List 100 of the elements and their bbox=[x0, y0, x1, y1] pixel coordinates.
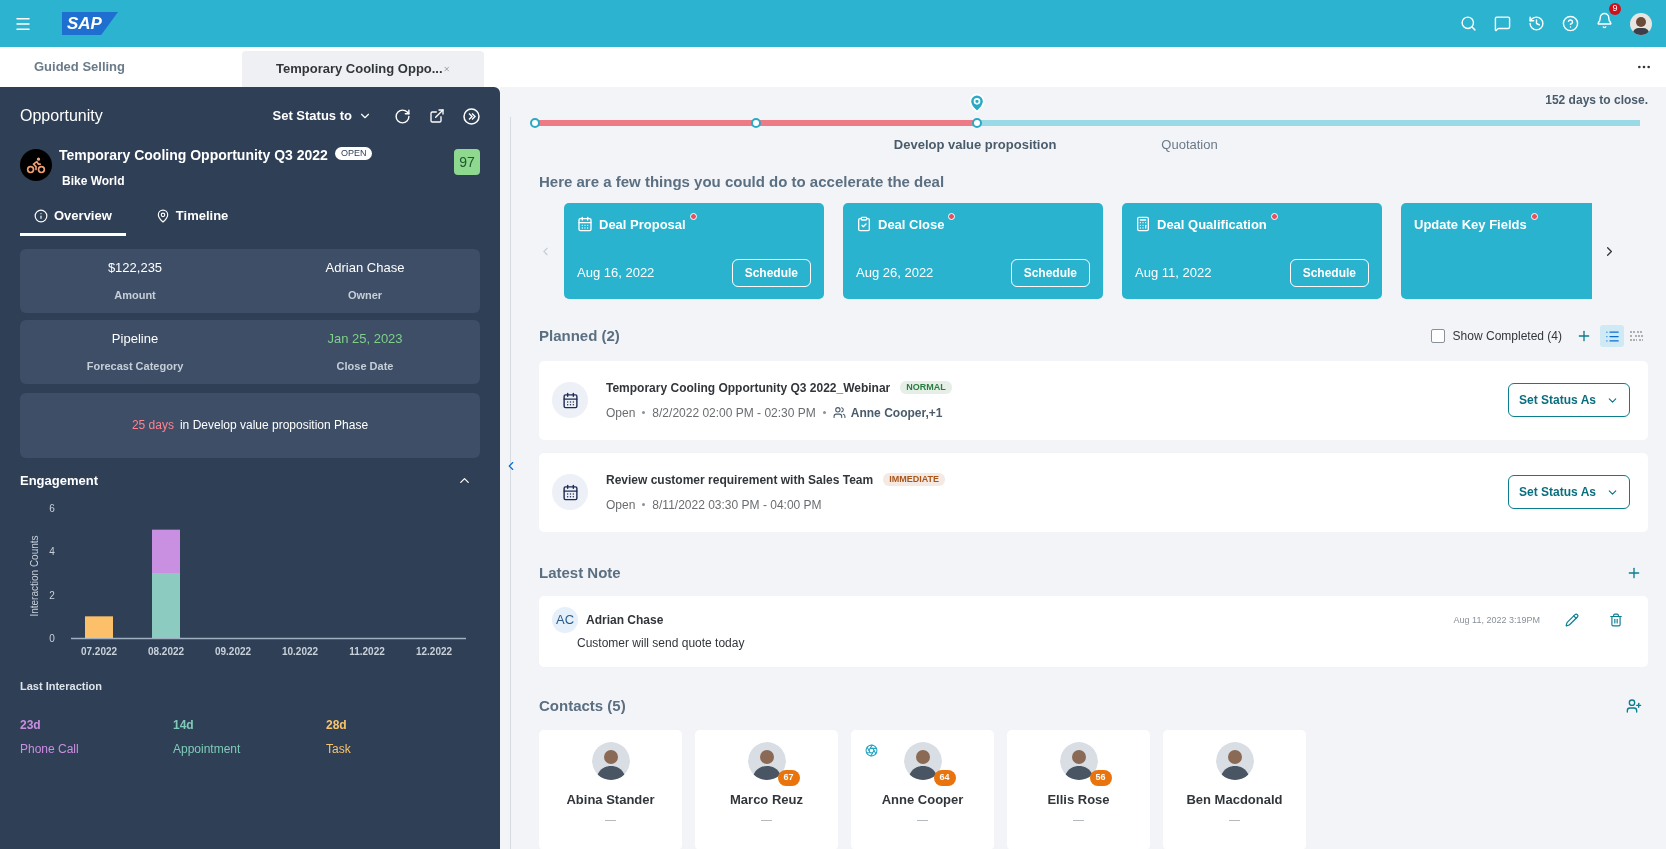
bar bbox=[85, 616, 113, 638]
score-badge: 67 bbox=[777, 769, 800, 786]
stage-label: Quotation bbox=[1161, 136, 1218, 154]
contact-title: — bbox=[917, 813, 928, 825]
info-icon bbox=[34, 208, 48, 223]
contact-card[interactable]: 67 Marco Reuz — bbox=[695, 729, 838, 849]
interaction-label: Task bbox=[326, 740, 352, 758]
section-title: Engagement bbox=[20, 471, 98, 490]
card-icon bbox=[577, 216, 593, 232]
contact-title: — bbox=[761, 813, 772, 825]
avatar bbox=[903, 741, 942, 780]
avatar bbox=[591, 741, 630, 780]
activity-time: 8/11/2022 03:30 PM - 04:00 PM bbox=[652, 496, 822, 514]
notification-icon[interactable] bbox=[1596, 11, 1613, 29]
phase-days: 25 days bbox=[131, 416, 174, 434]
card-title: Update Key Fields bbox=[1414, 216, 1527, 234]
contact-name[interactable]: Ben Macdonald bbox=[1186, 789, 1283, 809]
stage-marker bbox=[530, 118, 540, 128]
notification-badge: 9 bbox=[1609, 2, 1621, 15]
contact-name[interactable]: Abina Stander bbox=[566, 789, 655, 809]
contact-name[interactable]: Ellis Rose bbox=[1047, 789, 1110, 809]
days-to-close: 152 days to close. bbox=[1545, 92, 1648, 109]
tab[interactable]: Overview bbox=[20, 202, 126, 236]
set-status-button[interactable]: Set Status to bbox=[272, 106, 372, 126]
card-title: Deal Close bbox=[878, 216, 945, 234]
card-title: Deal Proposal bbox=[599, 216, 686, 234]
field-label: Close Date bbox=[336, 358, 394, 374]
tick-label: 11.2022 bbox=[349, 646, 385, 657]
stage-marker bbox=[972, 118, 982, 128]
axis-title: Interaction Counts bbox=[29, 535, 40, 617]
attendees[interactable]: Anne Cooper,+1 bbox=[850, 403, 943, 422]
section-title: Last Interaction bbox=[20, 679, 103, 694]
checkbox[interactable] bbox=[1430, 329, 1445, 344]
edit-icon[interactable] bbox=[1565, 613, 1579, 627]
tick-label: 0 bbox=[49, 633, 55, 644]
card-date: Aug 26, 2022 bbox=[856, 264, 934, 283]
contact-title: — bbox=[1229, 813, 1240, 825]
interaction-value: 14d bbox=[173, 716, 195, 734]
avatar[interactable] bbox=[1630, 12, 1652, 35]
contact-card[interactable]: Abina Stander — bbox=[539, 729, 682, 849]
tick-label: 08.2022 bbox=[147, 646, 185, 657]
calendar-icon bbox=[552, 474, 588, 510]
help-icon[interactable] bbox=[1562, 15, 1579, 32]
field-value: Adrian Chase bbox=[325, 259, 405, 277]
interaction-label: Phone Call bbox=[20, 740, 80, 758]
note-author: Adrian Chase bbox=[586, 612, 664, 629]
activity-time: 8/2/2022 02:00 PM - 02:30 PM bbox=[652, 404, 816, 422]
contact-title: — bbox=[605, 813, 616, 825]
card-date: Aug 11, 2022 bbox=[1135, 264, 1212, 283]
tick-label: 4 bbox=[49, 546, 55, 558]
external-link-icon[interactable] bbox=[429, 108, 445, 124]
checkbox-label: Show Completed (4) bbox=[1452, 328, 1562, 346]
tick-label: 12.2022 bbox=[415, 646, 453, 657]
section-title: Planned (2) bbox=[539, 326, 620, 346]
score-badge: 56 bbox=[1089, 769, 1112, 786]
interaction-label: Appointment bbox=[173, 740, 242, 758]
tick-label: 6 bbox=[49, 503, 55, 514]
tick-label: 07.2022 bbox=[80, 646, 118, 657]
interaction-value: 23d bbox=[20, 716, 42, 734]
tab[interactable]: Timeline bbox=[141, 202, 243, 236]
tab[interactable]: Temporary Cooling Oppo... bbox=[242, 51, 484, 87]
priority-tag: IMMEDIATE bbox=[883, 473, 946, 486]
list-view-icon[interactable] bbox=[1600, 325, 1624, 348]
tab[interactable]: Guided Selling bbox=[0, 47, 242, 87]
set-status-button[interactable]: Set Status As bbox=[1508, 383, 1630, 417]
refresh-icon[interactable] bbox=[394, 107, 411, 125]
card-title: Deal Qualification bbox=[1157, 216, 1267, 234]
history-icon[interactable] bbox=[1528, 15, 1545, 32]
logo[interactable]: SAP bbox=[62, 12, 118, 35]
avatar bbox=[747, 741, 786, 780]
contact-card[interactable]: 64 Anne Cooper — bbox=[851, 729, 994, 849]
tick-label: 2 bbox=[49, 589, 55, 601]
forward-icon[interactable] bbox=[463, 107, 480, 125]
contact-name[interactable]: Marco Reuz bbox=[730, 789, 803, 809]
phase-text: in Develop value proposition Phase bbox=[179, 417, 369, 434]
contact-name[interactable]: Anne Cooper bbox=[881, 789, 964, 809]
set-status-button[interactable]: Set Status As bbox=[1508, 475, 1630, 509]
contact-card[interactable]: Ben Macdonald — bbox=[1163, 729, 1306, 849]
chat-icon[interactable] bbox=[1494, 15, 1511, 32]
avatar bbox=[1215, 741, 1254, 780]
note-text: Customer will send quote today bbox=[577, 635, 745, 652]
avatar bbox=[1059, 741, 1098, 780]
delete-icon[interactable] bbox=[1609, 613, 1623, 627]
note-timestamp: Aug 11, 2022 3:19PM bbox=[1453, 614, 1540, 627]
stage-label: Develop value proposition bbox=[893, 136, 1057, 154]
add-contact-icon[interactable] bbox=[1626, 698, 1642, 715]
contact-card[interactable]: 56 Ellis Rose — bbox=[1007, 729, 1150, 849]
card-icon bbox=[1135, 216, 1151, 232]
activity-title[interactable]: Review customer requirement with Sales Team bbox=[606, 470, 874, 489]
activity-title[interactable]: Temporary Cooling Opportunity Q3 2022_Webinar bbox=[606, 378, 891, 397]
panel-title: Opportunity bbox=[20, 106, 103, 126]
section-title: Latest Note bbox=[539, 562, 621, 583]
tick-label: 10.2022 bbox=[281, 646, 319, 657]
activity-status: Open bbox=[606, 496, 636, 514]
interaction-value: 28d bbox=[326, 716, 348, 734]
people-icon bbox=[832, 406, 846, 419]
location-pin-icon bbox=[967, 93, 987, 113]
search-icon[interactable] bbox=[1460, 15, 1477, 32]
card-icon bbox=[856, 216, 872, 232]
company-logo bbox=[20, 149, 52, 181]
